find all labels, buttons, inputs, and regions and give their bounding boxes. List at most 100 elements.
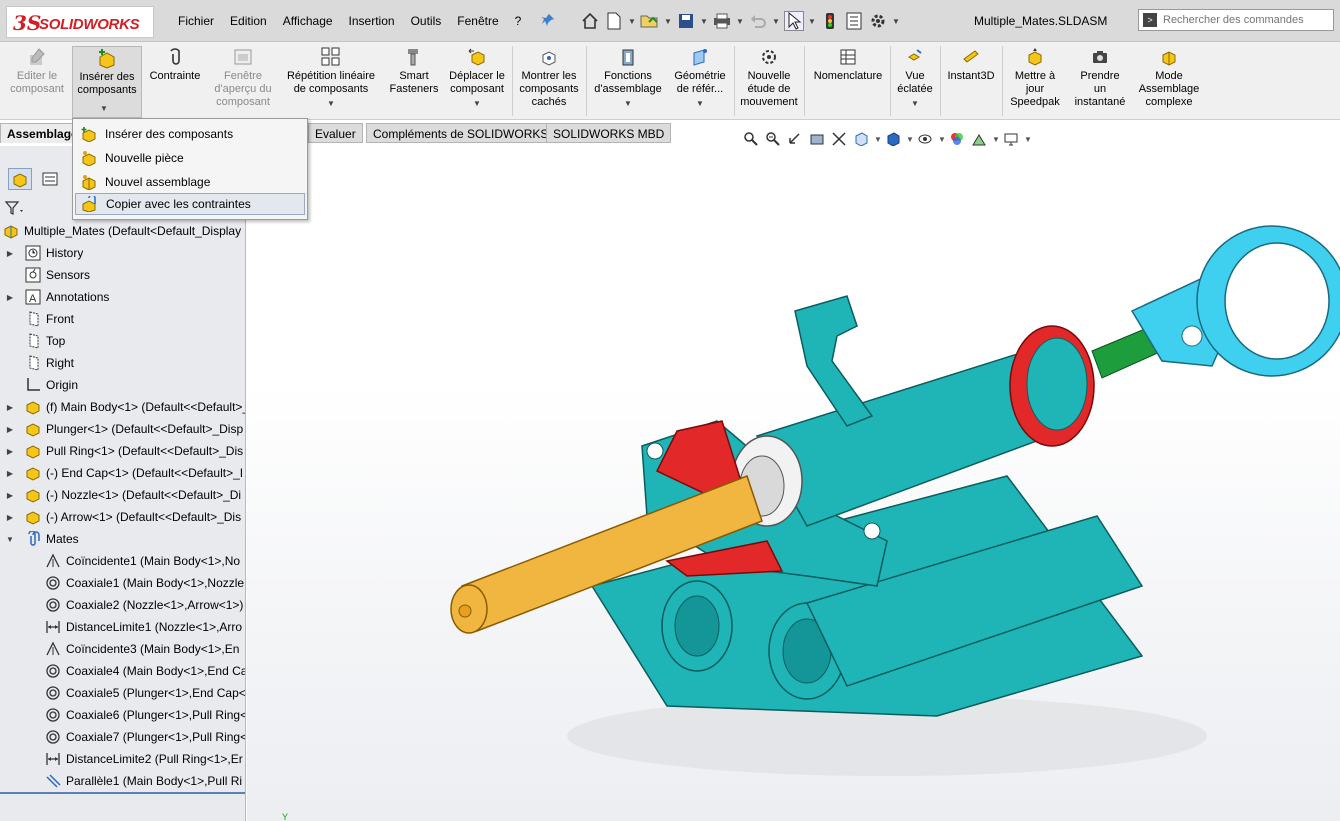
tree-item-mates-folder[interactable]: ▼ Mates (0, 528, 245, 550)
menu-item-copy-with-mates[interactable]: Copier avec les contraintes (75, 193, 305, 215)
tree-item-top-plane[interactable]: Top (0, 330, 245, 352)
undo-dropdown-icon[interactable]: ▼ (772, 11, 780, 31)
mate-concentric6[interactable]: Coaxiale6 (Plunger<1>,Pull Ring< (0, 704, 245, 726)
tree-item-origin[interactable]: Origin (0, 374, 245, 396)
tree-root-assembly[interactable]: Multiple_Mates (Default<Default_Display (0, 220, 245, 242)
menu-fichier[interactable]: Fichier (170, 5, 222, 37)
property-manager-tab-icon[interactable] (38, 168, 62, 190)
home-icon[interactable] (580, 11, 600, 31)
mate-concentric2[interactable]: Coaxiale2 (Nozzle<1>,Arrow<1>) (0, 594, 245, 616)
filter-icon[interactable] (4, 198, 30, 218)
tree-item-pull-ring[interactable]: ▶ Pull Ring<1> (Default<<Default>_Dis (0, 440, 245, 462)
expand-arrow-icon[interactable]: ▶ (4, 447, 16, 456)
reference-geometry-button[interactable]: Géométrie de référ... ▼ (668, 46, 732, 118)
options-gear-icon[interactable] (868, 11, 888, 31)
exploded-view-dropdown-icon[interactable]: ▼ (911, 97, 919, 110)
mate-concentric1[interactable]: Coaxiale1 (Main Body<1>,Nozzle (0, 572, 245, 594)
linear-component-pattern-button[interactable]: Répétition linéaire de composants ▼ (280, 46, 382, 118)
options-dropdown-icon[interactable]: ▼ (892, 11, 900, 31)
open-folder-icon[interactable] (640, 11, 660, 31)
file-properties-icon[interactable] (844, 11, 864, 31)
feature-tree-tab-icon[interactable] (8, 168, 32, 190)
select-cursor-icon[interactable] (784, 11, 804, 31)
large-assembly-mode-button[interactable]: Mode Assemblage complexe (1134, 46, 1204, 118)
expand-arrow-icon[interactable]: ▶ (4, 513, 16, 522)
linear-pattern-dropdown-icon[interactable]: ▼ (327, 97, 335, 110)
menu-fenetre[interactable]: Fenêtre (449, 5, 506, 37)
assembly-model[interactable] (247, 146, 1340, 821)
component-preview-window-button[interactable]: Fenêtre d'aperçu du composant (208, 46, 278, 118)
mate-limit-distance1[interactable]: DistanceLimite1 (Nozzle<1>,Arro (0, 616, 245, 638)
menu-outils[interactable]: Outils (403, 5, 450, 37)
rebuild-traffic-light-icon[interactable] (820, 11, 840, 31)
tree-item-front-plane[interactable]: Front (0, 308, 245, 330)
tab-solidworks-mbd[interactable]: SOLIDWORKS MBD (546, 123, 672, 143)
search-input[interactable] (1163, 14, 1333, 26)
expand-arrow-icon[interactable]: ▶ (4, 403, 16, 412)
tree-item-plunger[interactable]: ▶ Plunger<1> (Default<<Default>_Disp (0, 418, 245, 440)
tab-assemblage[interactable]: Assemblage (0, 123, 78, 143)
show-hidden-components-button[interactable]: Montrer les composants cachés (514, 46, 584, 118)
display-style-dropdown-icon[interactable]: ▼ (906, 135, 914, 144)
assembly-features-dropdown-icon[interactable]: ▼ (624, 97, 632, 110)
mate-concentric4[interactable]: Coaxiale4 (Main Body<1>,End Ca (0, 660, 245, 682)
mate-concentric5[interactable]: Coaxiale5 (Plunger<1>,End Cap< (0, 682, 245, 704)
edit-component-button[interactable]: Editer le composant (4, 46, 70, 118)
take-snapshot-button[interactable]: Prendre un instantané (1068, 46, 1132, 118)
save-icon[interactable] (676, 11, 696, 31)
undo-icon[interactable] (748, 11, 768, 31)
select-dropdown-icon[interactable]: ▼ (808, 11, 816, 31)
collapse-arrow-icon[interactable]: ▼ (4, 535, 16, 544)
expand-arrow-icon[interactable]: ▶ (4, 293, 16, 302)
hide-show-dropdown-icon[interactable]: ▼ (938, 135, 946, 144)
move-component-dropdown-icon[interactable]: ▼ (473, 97, 481, 110)
reference-geometry-dropdown-icon[interactable]: ▼ (696, 97, 704, 110)
bill-of-materials-button[interactable]: Nomenclature (808, 46, 888, 118)
open-dropdown-icon[interactable]: ▼ (664, 11, 672, 31)
mate-concentric7[interactable]: Coaxiale7 (Plunger<1>,Pull Ring< (0, 726, 245, 748)
menu-edition[interactable]: Edition (222, 5, 275, 37)
instant3d-button[interactable]: Instant3D (942, 46, 1000, 118)
mate-coincident3[interactable]: Coïncidente3 (Main Body<1>,En (0, 638, 245, 660)
tree-item-arrow[interactable]: ▶ (-) Arrow<1> (Default<<Default>_Dis (0, 506, 245, 528)
new-motion-study-button[interactable]: Nouvelle étude de mouvement (736, 46, 802, 118)
mate-coincident1[interactable]: Coïncidente1 (Main Body<1>,No (0, 550, 245, 572)
mate-limit-distance2[interactable]: DistanceLimite2 (Pull Ring<1>,Er (0, 748, 245, 770)
tree-item-nozzle[interactable]: ▶ (-) Nozzle<1> (Default<<Default>_Di (0, 484, 245, 506)
tree-item-right-plane[interactable]: Right (0, 352, 245, 374)
command-search[interactable]: > (1138, 9, 1334, 31)
pin-menu-icon[interactable] (540, 12, 556, 28)
tree-item-annotations[interactable]: ▶ A Annotations (0, 286, 245, 308)
graphics-area[interactable] (247, 146, 1340, 821)
move-component-button[interactable]: Déplacer le composant ▼ (444, 46, 510, 118)
tab-evaluer[interactable]: Evaluer (308, 123, 363, 143)
view-orientation-dropdown-icon[interactable]: ▼ (874, 135, 882, 144)
save-dropdown-icon[interactable]: ▼ (700, 11, 708, 31)
update-speedpak-button[interactable]: Mettre à jour Speedpak (1004, 46, 1066, 118)
tree-item-main-body[interactable]: ▶ (f) Main Body<1> (Default<<Default>_ (0, 396, 245, 418)
tree-item-end-cap[interactable]: ▶ (-) End Cap<1> (Default<<Default>_I (0, 462, 245, 484)
menu-item-insert-components[interactable]: Insérer des composants (75, 123, 305, 145)
menu-item-new-assembly[interactable]: Nouvel assemblage (75, 171, 305, 193)
print-icon[interactable] (712, 11, 732, 31)
apply-scene-dropdown-icon[interactable]: ▼ (992, 135, 1000, 144)
assembly-features-button[interactable]: Fonctions d'assemblage ▼ (590, 46, 666, 118)
menu-affichage[interactable]: Affichage (275, 5, 341, 37)
print-dropdown-icon[interactable]: ▼ (736, 11, 744, 31)
tab-complements[interactable]: Compléments de SOLIDWORKS (366, 123, 556, 143)
expand-arrow-icon[interactable]: ▶ (4, 469, 16, 478)
smart-fasteners-button[interactable]: Smart Fasteners (386, 46, 442, 118)
menu-item-new-part[interactable]: Nouvelle pièce (75, 147, 305, 169)
mate-parallel1[interactable]: Parallèle1 (Main Body<1>,Pull Ri (0, 770, 245, 792)
menu-insertion[interactable]: Insertion (341, 5, 403, 37)
menu-help[interactable]: ? (507, 5, 530, 37)
new-document-icon[interactable] (604, 11, 624, 31)
solidworks-logo[interactable]: 3S SOLIDWORKS (6, 6, 154, 38)
tree-item-sensors[interactable]: Sensors (0, 264, 245, 286)
expand-arrow-icon[interactable]: ▶ (4, 249, 16, 258)
expand-arrow-icon[interactable]: ▶ (4, 425, 16, 434)
exploded-view-button[interactable]: Vue éclatée ▼ (892, 46, 938, 118)
tree-item-history[interactable]: ▶ History (0, 242, 245, 264)
view-settings-dropdown-icon[interactable]: ▼ (1024, 135, 1032, 144)
new-dropdown-icon[interactable]: ▼ (628, 11, 636, 31)
